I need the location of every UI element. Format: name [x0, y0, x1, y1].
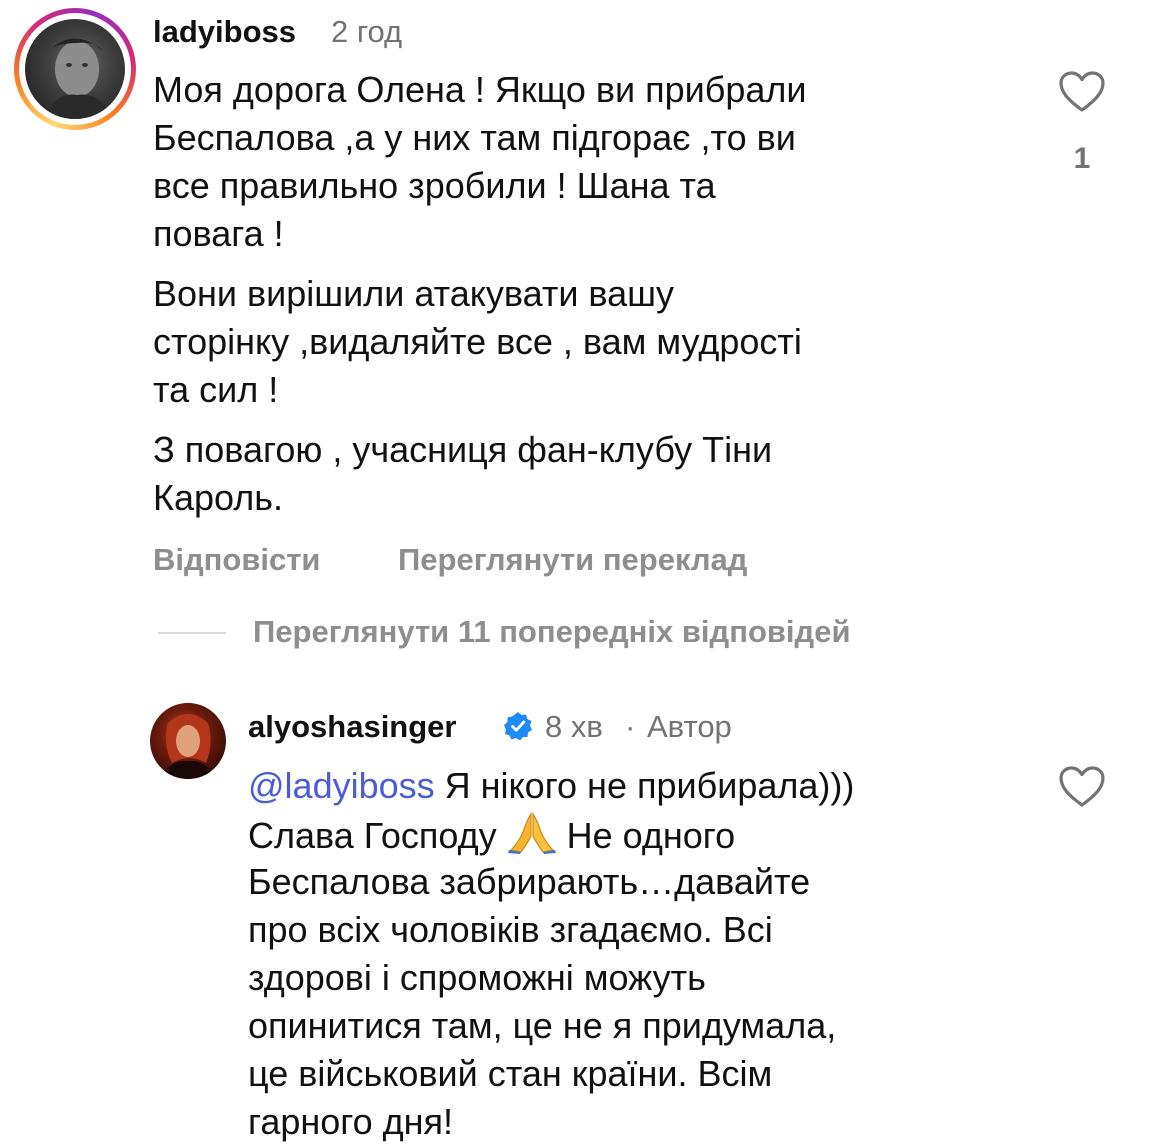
see-translation-button[interactable]: Переглянути переклад [398, 542, 747, 578]
like-count: 1 [1073, 142, 1091, 175]
view-previous-replies-button[interactable]: Переглянути 11 попередніх відповідей [253, 614, 851, 650]
replies-divider [158, 632, 226, 634]
reply-line-1: @ladyiboss Я нікого не прибирала))) [248, 762, 854, 810]
reply-like-heart-icon[interactable] [1058, 765, 1106, 809]
author-label: Автор [647, 709, 732, 744]
reply-button[interactable]: Відповісти [153, 542, 321, 578]
avatar [25, 19, 125, 119]
comment-username[interactable]: ladyiboss [153, 14, 296, 50]
reply-line-2-end: Не одного [556, 815, 736, 856]
reply-username[interactable]: alyoshasinger [248, 709, 456, 745]
like-heart-icon[interactable] [1058, 70, 1106, 114]
mention-link[interactable]: @ladyiboss [248, 765, 435, 806]
reply-line-2-start: Слава Господу [248, 815, 507, 856]
meta-separator: · [625, 709, 636, 744]
folded-hands-emoji-icon [507, 812, 556, 854]
verified-badge-icon [504, 712, 532, 741]
reply-avatar[interactable] [150, 703, 226, 779]
reply-line-1-text: Я нікого не прибирала))) [434, 765, 855, 806]
story-ring-avatar[interactable] [14, 8, 136, 130]
reply-line-2: Слава Господу Не одного [248, 810, 735, 860]
comment-paragraph-2: Вони вирішили атакувати вашу сторінку ,в… [153, 273, 802, 410]
comment-paragraph-1: Моя дорога Олена ! Якщо ви прибрали Бесп… [153, 69, 807, 254]
comment-timestamp: 2 год [331, 14, 403, 49]
reply-timestamp: 8 хв [545, 709, 603, 744]
reply-body-rest: Беспалова забрирають…давайте про всіх чо… [248, 861, 837, 1142]
comment-paragraph-3: З повагою , учасниця фан-клубу Тіни Каро… [153, 429, 773, 518]
